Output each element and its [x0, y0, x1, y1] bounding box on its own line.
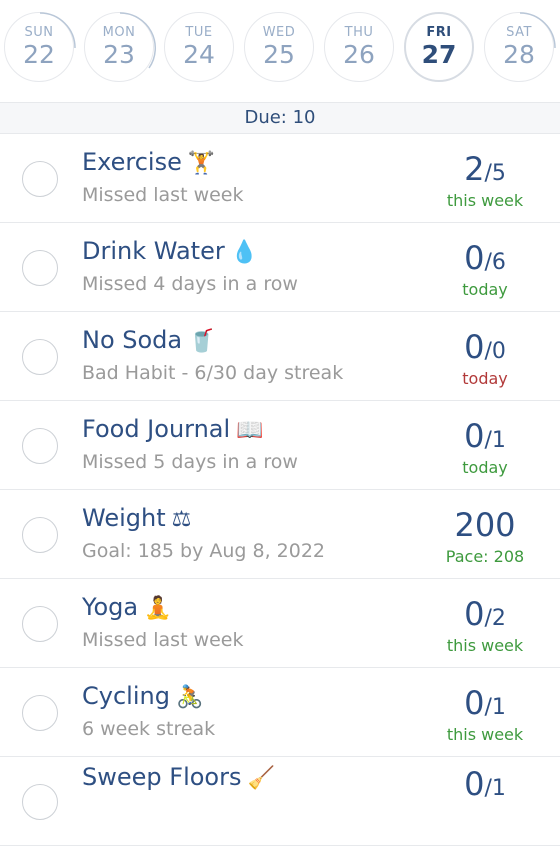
habit-row-no-soda[interactable]: No Soda 🥤 Bad Habit - 6/30 day streak 0/0… [0, 312, 560, 401]
habit-title: Cycling 🚴 [82, 682, 204, 710]
day-number: 22 [23, 39, 55, 69]
day-name: SAT [506, 24, 532, 40]
habit-row-drink-water[interactable]: Drink Water 💧 Missed 4 days in a row 0/6 … [0, 223, 560, 312]
droplet-icon: 💧 [230, 240, 259, 265]
complete-checkbox[interactable] [22, 339, 58, 375]
day-number: 25 [263, 39, 295, 69]
habit-row-yoga[interactable]: Yoga 🧘 Missed last week 0/2 this week [0, 579, 560, 668]
day-name: MON [102, 24, 136, 40]
habit-period: this week [446, 725, 524, 744]
habit-title: Yoga 🧘 [82, 593, 172, 621]
complete-checkbox[interactable] [22, 428, 58, 464]
day-thu[interactable]: THU 26 [324, 12, 394, 82]
habit-period: today [462, 458, 508, 477]
habit-status: Missed last week [82, 629, 244, 651]
week-strip: SUN 22 MON 23 TUE 24 WED 25 THU 26 FRI 2… [0, 0, 560, 102]
habit-progress: 0/0 today [430, 330, 540, 388]
complete-checkbox[interactable] [22, 517, 58, 553]
day-name: FRI [426, 24, 452, 40]
habit-status: Missed 4 days in a row [82, 273, 298, 295]
habit-list: Exercise 🏋 Missed last week 2/5 this week… [0, 134, 560, 846]
habit-status: 6 week streak [82, 718, 216, 740]
habit-progress: 0/2 this week [430, 597, 540, 655]
complete-checkbox[interactable] [22, 784, 58, 820]
day-number: 26 [343, 39, 375, 69]
habit-period: today [462, 369, 508, 388]
habit-title: Food Journal 📖 [82, 415, 264, 443]
complete-checkbox[interactable] [22, 606, 58, 642]
yoga-person-icon: 🧘 [144, 596, 172, 621]
habit-progress: 2/5 this week [430, 152, 540, 210]
day-sat[interactable]: SAT 28 [484, 12, 556, 82]
habit-row-exercise[interactable]: Exercise 🏋 Missed last week 2/5 this week [0, 134, 560, 223]
day-tue[interactable]: TUE 24 [164, 12, 234, 82]
day-name: TUE [185, 24, 213, 40]
habit-title: No Soda 🥤 [82, 326, 216, 354]
weightlifter-icon: 🏋 [187, 151, 216, 176]
complete-checkbox[interactable] [22, 250, 58, 286]
cup-with-straw-icon: 🥤 [188, 329, 216, 354]
habit-status: Missed last week [82, 184, 244, 206]
habit-period: this week [446, 636, 524, 655]
habit-status: Missed 5 days in a row [82, 451, 298, 473]
balance-scale-icon: ⚖ [171, 507, 192, 532]
habit-title: Drink Water 💧 [82, 237, 259, 265]
habit-row-cycling[interactable]: Cycling 🚴 6 week streak 0/1 this week [0, 668, 560, 757]
habit-title: Sweep Floors 🧹 [82, 763, 275, 791]
complete-checkbox[interactable] [22, 161, 58, 197]
day-name: THU [344, 24, 374, 40]
habit-row-weight[interactable]: Weight ⚖ Goal: 185 by Aug 8, 2022 200 Pac… [0, 490, 560, 579]
habit-progress: 0/1 today [430, 419, 540, 477]
day-number: 24 [183, 39, 215, 69]
habit-progress: 0/1 [464, 765, 506, 803]
habit-title: Weight ⚖ [82, 504, 192, 532]
habit-progress: 0/6 today [430, 241, 540, 299]
day-wed[interactable]: WED 25 [244, 12, 314, 82]
day-sun[interactable]: SUN 22 [4, 12, 76, 82]
day-number: 27 [421, 39, 457, 69]
habit-row-sweep-floors[interactable]: Sweep Floors 🧹 0/1 [0, 757, 560, 846]
habit-row-food-journal[interactable]: Food Journal 📖 Missed 5 days in a row 0/1… [0, 401, 560, 490]
day-number: 23 [103, 39, 135, 69]
day-name: SUN [24, 24, 54, 40]
broom-icon: 🧹 [247, 766, 275, 791]
cyclist-icon: 🚴 [175, 685, 204, 710]
complete-checkbox[interactable] [22, 695, 58, 731]
habit-status: Goal: 185 by Aug 8, 2022 [82, 540, 326, 562]
open-book-icon: 📖 [236, 418, 264, 443]
habit-title: Exercise 🏋 [82, 148, 216, 176]
day-mon[interactable]: MON 23 [84, 12, 156, 82]
habit-period: this week [446, 191, 524, 210]
habit-pace: Pace: 208 [445, 547, 525, 566]
due-count-header: Due: 10 [0, 102, 560, 134]
day-number: 28 [503, 39, 535, 69]
habit-progress: 200 Pace: 208 [430, 508, 540, 566]
habit-progress: 0/1 this week [430, 686, 540, 744]
day-fri-selected[interactable]: FRI 27 [404, 12, 474, 82]
day-name: WED [262, 24, 296, 40]
habit-status: Bad Habit - 6/30 day streak [82, 362, 344, 384]
habit-period: today [462, 280, 508, 299]
